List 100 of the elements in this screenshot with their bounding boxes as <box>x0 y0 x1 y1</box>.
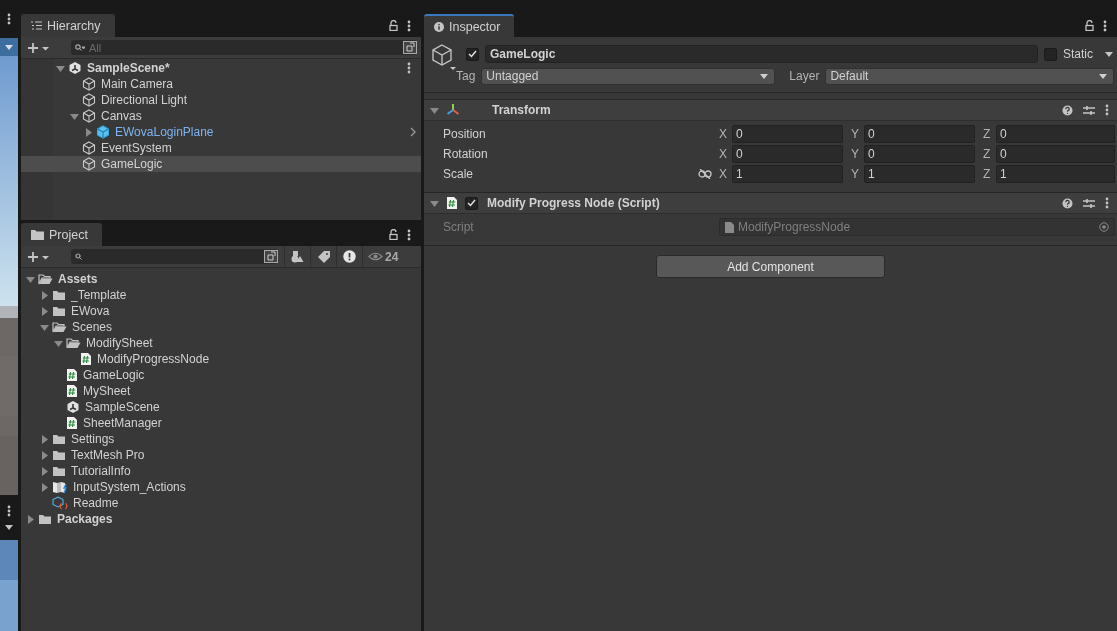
more-icon[interactable] <box>407 19 411 32</box>
more-icon[interactable] <box>407 62 411 74</box>
tree-item[interactable]: Assets <box>21 271 421 287</box>
component-header[interactable]: Modify Progress Node (Script) <box>424 192 1117 214</box>
tree-item[interactable]: TutorialInfo <box>21 463 421 479</box>
more-icon[interactable] <box>1103 19 1107 32</box>
lock-icon[interactable] <box>389 229 398 240</box>
tree-item[interactable]: SampleScene <box>21 399 421 415</box>
number-field[interactable]: 1 <box>864 165 975 183</box>
tree-item[interactable]: Packages <box>21 511 421 527</box>
tree-item[interactable]: InputSystem_Actions <box>21 479 421 495</box>
tree-item[interactable]: _Template <box>21 287 421 303</box>
number-field[interactable]: 0 <box>732 125 843 143</box>
active-checkbox[interactable] <box>466 47 479 61</box>
tree-item[interactable]: TextMesh Pro <box>21 447 421 463</box>
expand-arrow-icon[interactable] <box>40 482 49 492</box>
enabled-checkbox[interactable] <box>465 196 478 210</box>
expand-arrow-icon[interactable] <box>56 63 65 73</box>
expand-arrow-icon[interactable] <box>40 434 49 444</box>
help-icon[interactable] <box>1062 104 1073 116</box>
expand-arrow-icon[interactable] <box>26 274 35 284</box>
scene-icon <box>68 61 82 75</box>
tree-item[interactable]: Scenes <box>21 319 421 335</box>
component-header[interactable]: Transform <box>424 99 1117 121</box>
help-icon[interactable] <box>1062 197 1073 209</box>
tree-item[interactable]: GameLogic <box>21 367 421 383</box>
number-field[interactable]: 0 <box>864 125 975 143</box>
tag-dropdown[interactable]: Untagged <box>481 67 776 85</box>
static-checkbox[interactable] <box>1044 47 1057 61</box>
warning-icon[interactable] <box>343 250 356 263</box>
caret-icon <box>760 73 769 79</box>
caret-icon[interactable] <box>5 525 13 530</box>
tree-item[interactable]: EWovaLoginPlane <box>21 124 421 140</box>
tree-item[interactable]: EWova <box>21 303 421 319</box>
number-field[interactable]: 0 <box>996 125 1115 143</box>
scene-search-icon[interactable] <box>403 41 417 54</box>
cube-icon <box>82 141 96 155</box>
hidden-packages-toggle[interactable]: 24 <box>362 246 403 267</box>
number-field[interactable]: 0 <box>732 145 843 163</box>
lock-icon[interactable] <box>1085 20 1094 31</box>
view-dropdown[interactable] <box>0 38 18 56</box>
tag-icon[interactable] <box>317 250 330 263</box>
field-label: Tag <box>456 69 476 83</box>
add-component-button[interactable]: Add Component <box>656 255 885 278</box>
presets-icon[interactable] <box>1083 197 1095 209</box>
add-icon[interactable] <box>27 41 51 54</box>
tree-item[interactable]: Readme <box>21 495 421 511</box>
number-field[interactable]: 1 <box>996 165 1115 183</box>
expand-arrow-icon[interactable] <box>40 466 49 476</box>
tree-item[interactable]: Canvas <box>21 108 421 124</box>
folder-icon <box>52 465 66 477</box>
more-icon[interactable] <box>7 505 11 517</box>
more-icon[interactable] <box>7 13 11 25</box>
shapes-icon[interactable] <box>291 250 304 263</box>
caret-icon[interactable] <box>1105 51 1113 57</box>
tree-item[interactable]: MySheet <box>21 383 421 399</box>
tree-item[interactable]: Directional Light <box>21 92 421 108</box>
layer-dropdown[interactable]: Default <box>825 67 1114 85</box>
expand-arrow-icon[interactable] <box>26 514 35 524</box>
unlinked-icon[interactable] <box>698 169 712 179</box>
search-field[interactable] <box>71 249 278 264</box>
name-field[interactable]: GameLogic <box>485 45 1038 63</box>
inspector-tab[interactable]: Inspector <box>424 14 515 37</box>
add-icon[interactable] <box>27 250 51 263</box>
chevron-right-icon[interactable] <box>410 127 416 137</box>
input-actions-icon <box>52 480 68 494</box>
expand-arrow-icon[interactable] <box>430 198 439 208</box>
folder-icon <box>31 229 44 240</box>
tree-item[interactable]: Settings <box>21 431 421 447</box>
tree-item[interactable]: Main Camera <box>21 76 421 92</box>
expand-arrow-icon[interactable] <box>84 127 93 137</box>
folder-icon <box>38 513 52 525</box>
tree-item[interactable]: EventSystem <box>21 140 421 156</box>
expand-arrow-icon[interactable] <box>70 111 79 121</box>
more-icon[interactable] <box>407 228 411 241</box>
presets-icon[interactable] <box>1083 104 1095 116</box>
info-icon <box>434 21 444 32</box>
project-tab[interactable]: Project <box>21 223 102 246</box>
number-field[interactable]: 0 <box>864 145 975 163</box>
expand-arrow-icon[interactable] <box>54 338 63 348</box>
number-field[interactable]: 1 <box>732 165 843 183</box>
tree-item[interactable]: ModifySheet <box>21 335 421 351</box>
tree-item[interactable]: ModifyProgressNode <box>21 351 421 367</box>
eye-icon <box>368 252 383 261</box>
more-icon[interactable] <box>1105 104 1109 116</box>
more-icon[interactable] <box>1105 197 1109 209</box>
expand-arrow-icon[interactable] <box>430 105 439 115</box>
expand-arrow-icon[interactable] <box>40 306 49 316</box>
cube-icon[interactable] <box>430 43 458 73</box>
number-field[interactable]: 0 <box>996 145 1115 163</box>
tree-item[interactable]: SampleScene* <box>21 60 421 76</box>
hierarchy-tab[interactable]: Hierarchy <box>21 14 115 37</box>
expand-arrow-icon[interactable] <box>40 450 49 460</box>
tree-item[interactable]: SheetManager <box>21 415 421 431</box>
scene-search-icon[interactable] <box>264 250 278 263</box>
list-icon <box>31 21 42 30</box>
expand-arrow-icon[interactable] <box>40 290 49 300</box>
lock-icon[interactable] <box>389 20 398 31</box>
tree-item[interactable]: GameLogic <box>21 156 421 172</box>
expand-arrow-icon[interactable] <box>40 322 49 332</box>
